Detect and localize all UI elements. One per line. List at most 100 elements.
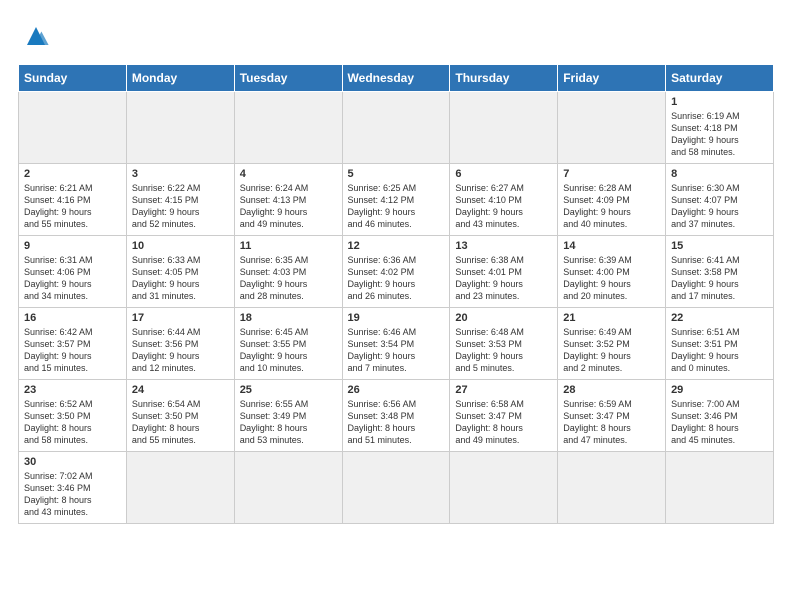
calendar-cell: 24 Sunrise: 6:54 AM Sunset: 3:50 PM Dayli… [126,380,234,452]
day-number: 15 [671,240,768,252]
day-number: 4 [240,168,337,180]
day-info: Sunrise: 7:00 AM Sunset: 3:46 PM Dayligh… [671,398,768,447]
day-number: 14 [563,240,660,252]
logo [18,18,60,54]
day-number: 6 [455,168,552,180]
day-number: 1 [671,96,768,108]
day-number: 20 [455,312,552,324]
calendar-cell: 10 Sunrise: 6:33 AM Sunset: 4:05 PM Dayli… [126,236,234,308]
calendar-cell [234,452,342,524]
logo-icon [18,18,54,54]
calendar-cell [342,92,450,164]
day-info: Sunrise: 6:27 AM Sunset: 4:10 PM Dayligh… [455,182,552,231]
calendar-cell: 4 Sunrise: 6:24 AM Sunset: 4:13 PM Daylig… [234,164,342,236]
week-row-1: 1Sunrise: 6:19 AM Sunset: 4:18 PM Daylig… [19,92,774,164]
day-info: Sunrise: 6:38 AM Sunset: 4:01 PM Dayligh… [455,254,552,303]
weekday-header-monday: Monday [126,65,234,92]
calendar-cell: 3Sunrise: 6:22 AM Sunset: 4:15 PM Daylig… [126,164,234,236]
day-info: Sunrise: 6:22 AM Sunset: 4:15 PM Dayligh… [132,182,229,231]
day-info: Sunrise: 6:58 AM Sunset: 3:47 PM Dayligh… [455,398,552,447]
day-info: Sunrise: 6:41 AM Sunset: 3:58 PM Dayligh… [671,254,768,303]
day-number: 18 [240,312,337,324]
header [18,18,774,54]
calendar-cell [126,452,234,524]
day-info: Sunrise: 6:31 AM Sunset: 4:06 PM Dayligh… [24,254,121,303]
day-number: 19 [348,312,445,324]
day-number: 25 [240,384,337,396]
calendar-cell: 27 Sunrise: 6:58 AM Sunset: 3:47 PM Dayli… [450,380,558,452]
day-number: 27 [455,384,552,396]
day-info: Sunrise: 6:56 AM Sunset: 3:48 PM Dayligh… [348,398,445,447]
day-info: Sunrise: 6:45 AM Sunset: 3:55 PM Dayligh… [240,326,337,375]
week-row-6: 30Sunrise: 7:02 AM Sunset: 3:46 PM Dayli… [19,452,774,524]
day-info: Sunrise: 6:44 AM Sunset: 3:56 PM Dayligh… [132,326,229,375]
day-number: 26 [348,384,445,396]
calendar-cell: 6 Sunrise: 6:27 AM Sunset: 4:10 PM Daylig… [450,164,558,236]
day-info: Sunrise: 6:33 AM Sunset: 4:05 PM Dayligh… [132,254,229,303]
day-number: 29 [671,384,768,396]
calendar-cell: 18 Sunrise: 6:45 AM Sunset: 3:55 PM Dayli… [234,308,342,380]
day-number: 12 [348,240,445,252]
calendar-cell: 11 Sunrise: 6:35 AM Sunset: 4:03 PM Dayli… [234,236,342,308]
day-number: 13 [455,240,552,252]
calendar-cell: 25 Sunrise: 6:55 AM Sunset: 3:49 PM Dayli… [234,380,342,452]
day-number: 8 [671,168,768,180]
calendar-cell: 1Sunrise: 6:19 AM Sunset: 4:18 PM Daylig… [666,92,774,164]
day-number: 23 [24,384,121,396]
week-row-2: 2Sunrise: 6:21 AM Sunset: 4:16 PM Daylig… [19,164,774,236]
day-info: Sunrise: 6:36 AM Sunset: 4:02 PM Dayligh… [348,254,445,303]
day-info: Sunrise: 6:39 AM Sunset: 4:00 PM Dayligh… [563,254,660,303]
day-info: Sunrise: 6:25 AM Sunset: 4:12 PM Dayligh… [348,182,445,231]
calendar-cell: 23 Sunrise: 6:52 AM Sunset: 3:50 PM Dayli… [19,380,127,452]
day-info: Sunrise: 6:42 AM Sunset: 3:57 PM Dayligh… [24,326,121,375]
day-number: 7 [563,168,660,180]
calendar-cell [234,92,342,164]
day-info: Sunrise: 6:49 AM Sunset: 3:52 PM Dayligh… [563,326,660,375]
day-number: 17 [132,312,229,324]
calendar-cell: 21Sunrise: 6:49 AM Sunset: 3:52 PM Dayli… [558,308,666,380]
day-info: Sunrise: 6:24 AM Sunset: 4:13 PM Dayligh… [240,182,337,231]
calendar-cell: 16 Sunrise: 6:42 AM Sunset: 3:57 PM Dayli… [19,308,127,380]
day-number: 11 [240,240,337,252]
day-number: 5 [348,168,445,180]
day-info: Sunrise: 7:02 AM Sunset: 3:46 PM Dayligh… [24,470,121,519]
day-number: 2 [24,168,121,180]
week-row-3: 9 Sunrise: 6:31 AM Sunset: 4:06 PM Daylig… [19,236,774,308]
weekday-header-wednesday: Wednesday [342,65,450,92]
day-number: 9 [24,240,121,252]
calendar-cell: 30Sunrise: 7:02 AM Sunset: 3:46 PM Dayli… [19,452,127,524]
day-info: Sunrise: 6:59 AM Sunset: 3:47 PM Dayligh… [563,398,660,447]
day-number: 10 [132,240,229,252]
weekday-header-tuesday: Tuesday [234,65,342,92]
day-info: Sunrise: 6:55 AM Sunset: 3:49 PM Dayligh… [240,398,337,447]
calendar-table: SundayMondayTuesdayWednesdayThursdayFrid… [18,64,774,524]
day-number: 16 [24,312,121,324]
weekday-header-saturday: Saturday [666,65,774,92]
calendar-cell: 15 Sunrise: 6:41 AM Sunset: 3:58 PM Dayli… [666,236,774,308]
day-info: Sunrise: 6:35 AM Sunset: 4:03 PM Dayligh… [240,254,337,303]
calendar-cell: 2Sunrise: 6:21 AM Sunset: 4:16 PM Daylig… [19,164,127,236]
calendar-cell: 12 Sunrise: 6:36 AM Sunset: 4:02 PM Dayli… [342,236,450,308]
calendar-cell: 20 Sunrise: 6:48 AM Sunset: 3:53 PM Dayli… [450,308,558,380]
weekday-header-friday: Friday [558,65,666,92]
day-number: 28 [563,384,660,396]
calendar-cell: 22Sunrise: 6:51 AM Sunset: 3:51 PM Dayli… [666,308,774,380]
day-info: Sunrise: 6:48 AM Sunset: 3:53 PM Dayligh… [455,326,552,375]
calendar-cell [558,452,666,524]
calendar-cell [666,452,774,524]
day-info: Sunrise: 6:28 AM Sunset: 4:09 PM Dayligh… [563,182,660,231]
calendar-cell: 8Sunrise: 6:30 AM Sunset: 4:07 PM Daylig… [666,164,774,236]
calendar-cell: 13 Sunrise: 6:38 AM Sunset: 4:01 PM Dayli… [450,236,558,308]
calendar-cell: 5 Sunrise: 6:25 AM Sunset: 4:12 PM Daylig… [342,164,450,236]
calendar-cell [342,452,450,524]
calendar-cell: 9 Sunrise: 6:31 AM Sunset: 4:06 PM Daylig… [19,236,127,308]
day-info: Sunrise: 6:51 AM Sunset: 3:51 PM Dayligh… [671,326,768,375]
calendar-cell [19,92,127,164]
calendar-cell: 29 Sunrise: 7:00 AM Sunset: 3:46 PM Dayli… [666,380,774,452]
day-info: Sunrise: 6:52 AM Sunset: 3:50 PM Dayligh… [24,398,121,447]
calendar-cell: 26 Sunrise: 6:56 AM Sunset: 3:48 PM Dayli… [342,380,450,452]
day-info: Sunrise: 6:54 AM Sunset: 3:50 PM Dayligh… [132,398,229,447]
day-number: 24 [132,384,229,396]
calendar-cell: 14 Sunrise: 6:39 AM Sunset: 4:00 PM Dayli… [558,236,666,308]
calendar-cell: 17 Sunrise: 6:44 AM Sunset: 3:56 PM Dayli… [126,308,234,380]
